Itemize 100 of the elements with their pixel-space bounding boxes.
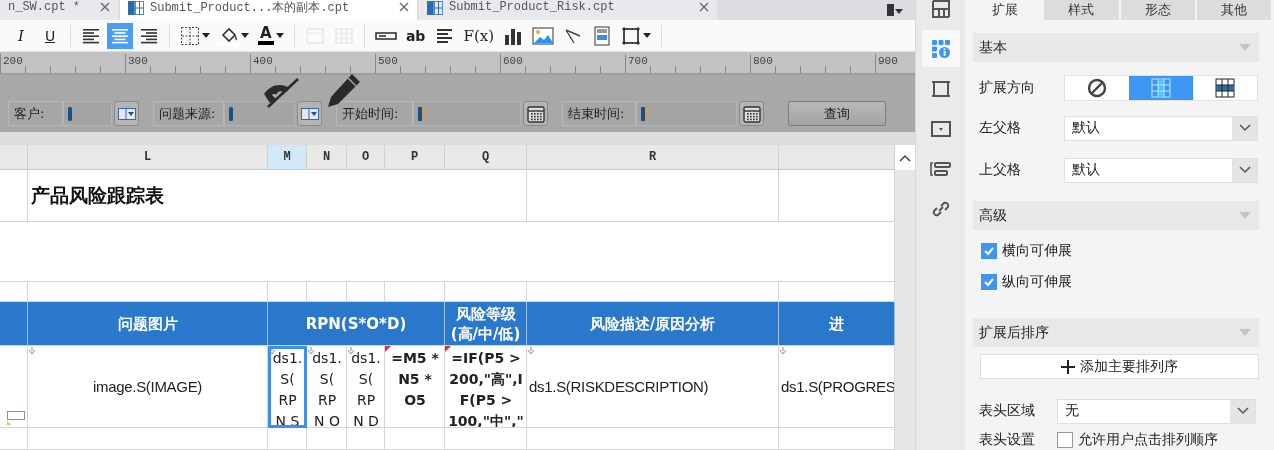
down-arrow-icon (29, 347, 35, 354)
section-header[interactable]: 扩展后排序 (973, 318, 1259, 347)
ruler-label: 500 (378, 55, 398, 67)
caret-icon (275, 33, 284, 38)
file-tab[interactable]: Submit_Product...本的副本.cpt (120, 0, 417, 20)
table-cell (347, 428, 385, 450)
font-color-button[interactable]: A (255, 22, 287, 49)
cell-text: =M5 * N5 * O5 (391, 349, 439, 410)
file-tab[interactable]: Submit_Product_Risk.cpt (419, 0, 717, 20)
select-field[interactable]: 默认 (1064, 157, 1258, 183)
select-value: 无 (1064, 401, 1080, 420)
header-cell: 风险描述/原因分析 (527, 302, 779, 346)
down-arrow-icon (348, 347, 354, 354)
checkbox-label: 横向可伸展 (1002, 242, 1072, 260)
checkbox[interactable] (981, 274, 997, 290)
italic-button[interactable]: I (8, 22, 34, 49)
close-icon[interactable] (100, 2, 110, 12)
formula-button[interactable]: F(x) (460, 22, 498, 49)
direction-toggle[interactable] (1064, 75, 1258, 101)
parameter-field[interactable] (636, 101, 737, 126)
brace-icon (418, 106, 428, 121)
panel-tab[interactable]: 形态 (1120, 0, 1195, 20)
calendar-button[interactable] (739, 101, 764, 126)
formula-cell[interactable]: ds1.S(RISKDESCRIPTION) (527, 346, 779, 428)
grid-icon (1151, 78, 1171, 98)
column-header[interactable]: P (385, 145, 445, 170)
cell-text: ds1.S(RISKDESCRIPTION) (529, 376, 709, 397)
caret-icon (643, 33, 652, 38)
align-right-icon (140, 26, 158, 45)
table-cell (385, 428, 445, 450)
checkbox[interactable] (1057, 432, 1073, 448)
grid-icon (1215, 78, 1235, 98)
down-arrow-icon (269, 347, 275, 354)
panel-tab[interactable]: 其他 (1196, 0, 1271, 20)
column-header[interactable]: R (527, 145, 779, 170)
parameter-label: 客户: (8, 101, 63, 126)
caret-icon (1239, 329, 1251, 336)
down-arrow-icon (780, 347, 786, 354)
grid-info-icon (930, 38, 951, 59)
file-tab[interactable]: n_SW.cpt * (0, 0, 118, 20)
side-tab[interactable] (921, 30, 960, 67)
select-field[interactable]: 默认 (1064, 115, 1258, 141)
field-label: 左父格 (979, 119, 1022, 137)
query-button[interactable]: 查询 (788, 101, 886, 126)
parameter-field[interactable] (413, 101, 521, 126)
checkbox[interactable] (981, 243, 997, 259)
brace-icon (641, 106, 651, 121)
report-file-icon (128, 1, 144, 15)
ruler-label: 600 (503, 55, 523, 67)
border-icon (180, 25, 200, 46)
tab-menu-icon[interactable] (887, 4, 903, 16)
header-cell: 问题图片 (28, 302, 268, 346)
dropdown-button[interactable] (114, 101, 139, 126)
select-field[interactable]: 无 (1057, 398, 1256, 424)
cell-text: ds1.S(PROGRES (781, 376, 894, 397)
align-center-icon (111, 26, 129, 45)
no-entry-icon (1087, 78, 1107, 98)
report-file-icon (427, 1, 443, 15)
column-header[interactable]: M (268, 145, 307, 170)
text-button[interactable]: ab (402, 22, 429, 49)
calendar-button[interactable] (523, 101, 548, 126)
column-header[interactable]: L (28, 145, 268, 170)
scroll-up-button[interactable] (895, 145, 915, 170)
report-title: 产品风险跟踪表 (28, 170, 527, 222)
ruler-label: 400 (253, 55, 273, 67)
chevron-down-icon (1238, 124, 1251, 132)
table-cell (268, 428, 307, 450)
text-cursor-icon (229, 106, 233, 121)
header-cell: 进 (779, 302, 895, 346)
down-arrow-icon (308, 347, 314, 354)
formula-cell[interactable]: image.S(IMAGE) (28, 346, 268, 428)
caret-icon (202, 33, 210, 38)
column-header[interactable]: N (307, 145, 347, 170)
add-sort-button[interactable]: 添加主要排列序 (980, 354, 1259, 379)
bars-icon (929, 159, 952, 178)
formula-cell[interactable]: =M5 * N5 * O5 (385, 346, 445, 428)
eye-slash-icon[interactable] (262, 76, 300, 108)
close-icon[interactable] (699, 2, 709, 12)
paragraph-icon (434, 26, 455, 45)
section-header[interactable]: 高级 (973, 201, 1259, 230)
column-header[interactable]: Q (445, 145, 527, 170)
section-header[interactable]: 基本 (973, 33, 1259, 62)
parameter-field[interactable] (63, 101, 112, 126)
section-title: 基本 (979, 38, 1007, 57)
column-header[interactable]: O (347, 145, 385, 170)
down-arrow-icon (528, 347, 534, 354)
underline-button[interactable]: U (37, 22, 63, 49)
caret-icon (241, 33, 249, 38)
parameter-field[interactable] (224, 101, 295, 126)
field-label: 表头区域 (979, 402, 1036, 420)
panel-tab[interactable]: 样式 (1044, 0, 1119, 20)
header-cell: RPN(S*O*D) (268, 302, 445, 346)
frame-icon (621, 25, 642, 46)
close-icon[interactable] (399, 2, 409, 12)
check-icon (983, 245, 995, 257)
check-icon (983, 276, 995, 288)
table-icon (930, 0, 951, 19)
dropdown-button[interactable] (297, 101, 322, 126)
caret-icon (1239, 44, 1251, 51)
bar-chart-icon (503, 26, 524, 45)
